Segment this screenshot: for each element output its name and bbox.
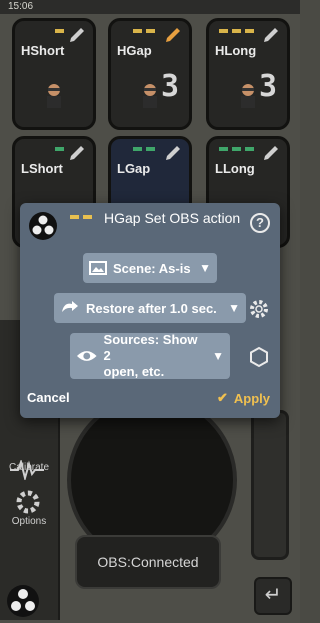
enter-button[interactable]: ↵: [254, 577, 292, 615]
pad-label: LGap: [117, 161, 151, 176]
gear-icon[interactable]: [248, 298, 270, 320]
pencil-icon[interactable]: [163, 25, 183, 45]
obs-logo-icon: [29, 212, 57, 240]
dialog-title: HGap Set OBS action: [104, 210, 241, 226]
avatar-icon: [143, 84, 157, 108]
pad-label: HGap: [117, 43, 152, 58]
sources-label-line2: open, etc.: [103, 364, 165, 379]
scene-label: Scene: As-is: [113, 260, 191, 276]
obs-action-dialog: HGap Set OBS action ? Scene: As-is ▼ Res…: [20, 203, 280, 418]
pad-indicator: [219, 29, 254, 33]
obs-status-button[interactable]: OBS:Connected: [75, 535, 221, 589]
pencil-icon[interactable]: [67, 25, 87, 45]
gear-icon[interactable]: [14, 488, 42, 516]
pad-indicator: [133, 147, 155, 151]
pad-label: HLong: [215, 43, 257, 58]
options-label[interactable]: Options: [4, 516, 54, 527]
pencil-icon[interactable]: [261, 143, 281, 163]
long-icon: 3: [258, 69, 277, 104]
calibrate-label[interactable]: Calibrate: [4, 462, 54, 473]
pencil-icon[interactable]: [261, 25, 281, 45]
obs-logo-icon[interactable]: [6, 584, 40, 618]
cancel-button[interactable]: Cancel: [27, 390, 70, 405]
right-slider[interactable]: [251, 410, 289, 560]
chevron-down-icon: ▼: [199, 261, 211, 275]
hexagon-icon[interactable]: [248, 346, 270, 368]
chevron-down-icon: ▼: [212, 349, 224, 363]
avatar-icon: [241, 84, 255, 108]
pad-label: HShort: [21, 43, 65, 58]
image-icon: [89, 261, 107, 275]
check-icon: ✔: [216, 390, 228, 405]
pad-indicator: [219, 147, 254, 151]
pencil-icon[interactable]: [163, 143, 183, 163]
restore-dropdown[interactable]: Restore after 1.0 sec. ▼: [54, 293, 246, 323]
pad-hshort[interactable]: HShort: [12, 18, 96, 130]
pad-hlong[interactable]: HLong 3: [206, 18, 290, 130]
eye-icon: [76, 351, 97, 361]
restore-label: Restore after 1.0 sec.: [86, 300, 217, 316]
pad-indicator: [55, 147, 64, 151]
dialog-indicator: [70, 215, 92, 219]
return-icon: ↵: [264, 584, 282, 606]
pad-indicator: [133, 29, 155, 33]
chevron-down-icon: ▼: [228, 301, 240, 315]
restore-icon: [62, 301, 78, 312]
gap-icon: 3: [160, 69, 179, 104]
scene-dropdown[interactable]: Scene: As-is ▼: [83, 253, 217, 283]
status-bar: 15:06: [0, 0, 300, 14]
pad-label: LLong: [215, 161, 255, 176]
help-icon[interactable]: ?: [250, 213, 270, 233]
avatar-icon: [47, 84, 61, 108]
pad-indicator: [55, 29, 64, 33]
pad-label: LShort: [21, 161, 63, 176]
pad-hgap[interactable]: HGap 3: [108, 18, 192, 130]
status-time: 15:06: [8, 1, 34, 12]
pencil-icon[interactable]: [67, 143, 87, 163]
apply-label: Apply: [233, 390, 270, 406]
apply-button[interactable]: ✔ Apply: [217, 390, 270, 406]
sources-dropdown[interactable]: Sources: Show 2 open, etc. ▼: [70, 332, 230, 379]
sources-label-line1: Sources: Show 2: [103, 332, 198, 363]
